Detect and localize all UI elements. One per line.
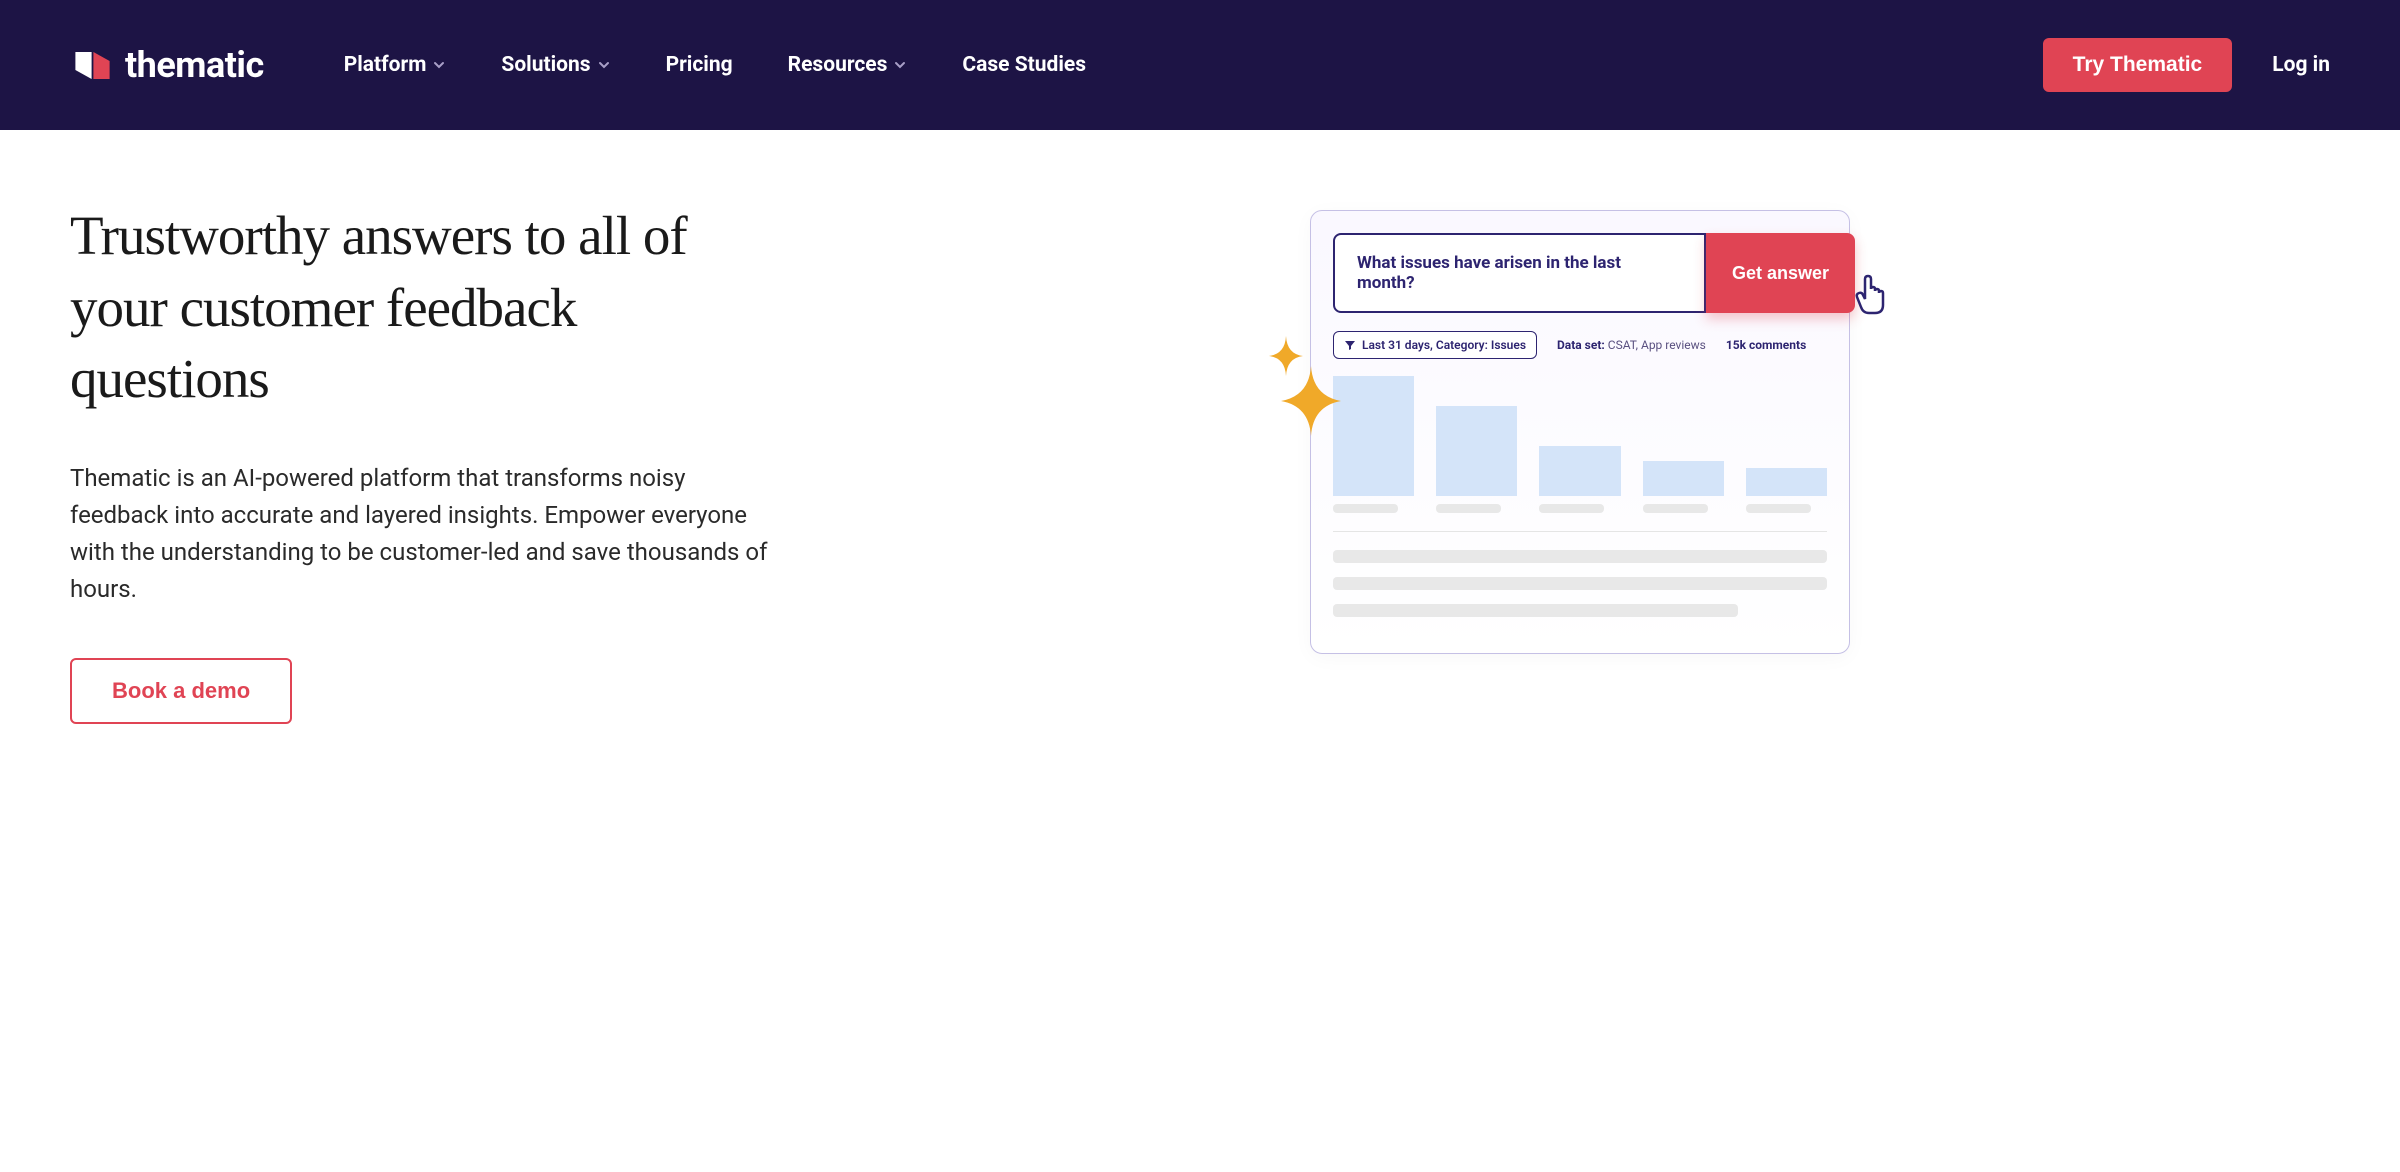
cursor-hand-icon <box>1847 271 1897 321</box>
nav-item-solutions[interactable]: Solutions <box>501 53 610 77</box>
comments-count: 15k comments <box>1726 338 1806 352</box>
demo-card: What issues have arisen in the last mont… <box>1310 210 1850 654</box>
logo-icon <box>70 43 115 88</box>
bar-1 <box>1333 376 1414 513</box>
demo-input-row: What issues have arisen in the last mont… <box>1333 233 1827 313</box>
chevron-down-icon <box>432 58 446 72</box>
hero-description: Thematic is an AI-powered platform that … <box>70 460 770 609</box>
placeholder-line <box>1333 604 1738 617</box>
chevron-down-icon <box>893 58 907 72</box>
bar-3 <box>1539 446 1620 513</box>
nav-label: Solutions <box>501 53 590 77</box>
filter-chip[interactable]: Last 31 days, Category: Issues <box>1333 331 1537 359</box>
nav-label: Platform <box>344 53 427 77</box>
nav-item-resources[interactable]: Resources <box>788 53 908 77</box>
divider <box>1333 531 1827 532</box>
data-set-info: Data set: CSAT, App reviews <box>1557 338 1706 352</box>
placeholder-line <box>1333 577 1827 590</box>
site-header: thematic Platform Solutions Pricing Reso… <box>0 0 2400 130</box>
hero-title: Trustworthy answers to all of your custo… <box>70 200 770 415</box>
nav-label: Pricing <box>666 53 733 77</box>
chevron-down-icon <box>597 58 611 72</box>
logo[interactable]: thematic <box>70 43 264 88</box>
get-answer-button[interactable]: Get answer <box>1706 233 1855 313</box>
book-demo-button[interactable]: Book a demo <box>70 658 292 724</box>
filter-icon <box>1344 339 1356 351</box>
data-set-value: CSAT, App reviews <box>1608 338 1706 352</box>
hero-copy: Trustworthy answers to all of your custo… <box>70 200 770 724</box>
nav-item-pricing[interactable]: Pricing <box>666 53 733 77</box>
demo-filters: Last 31 days, Category: Issues Data set:… <box>1333 331 1827 359</box>
hero-section: Trustworthy answers to all of your custo… <box>0 130 2400 774</box>
hero-illustration: What issues have arisen in the last mont… <box>830 200 2330 724</box>
nav-label: Resources <box>788 53 888 77</box>
placeholder-line <box>1333 550 1827 563</box>
login-link[interactable]: Log in <box>2272 53 2330 77</box>
nav-item-case-studies[interactable]: Case Studies <box>962 53 1086 77</box>
bar-4 <box>1643 461 1724 513</box>
nav-label: Case Studies <box>962 53 1086 77</box>
try-thematic-button[interactable]: Try Thematic <box>2043 38 2233 92</box>
data-set-label: Data set: <box>1557 338 1605 352</box>
logo-text: thematic <box>125 44 264 86</box>
bar-2 <box>1436 406 1517 513</box>
filter-text: Last 31 days, Category: Issues <box>1362 338 1526 352</box>
question-input[interactable]: What issues have arisen in the last mont… <box>1333 233 1706 313</box>
bar-5 <box>1746 468 1827 513</box>
main-nav: Platform Solutions Pricing Resources Cas… <box>344 53 2043 77</box>
header-actions: Try Thematic Log in <box>2043 38 2330 92</box>
demo-bar-chart <box>1333 383 1827 513</box>
nav-item-platform[interactable]: Platform <box>344 53 447 77</box>
